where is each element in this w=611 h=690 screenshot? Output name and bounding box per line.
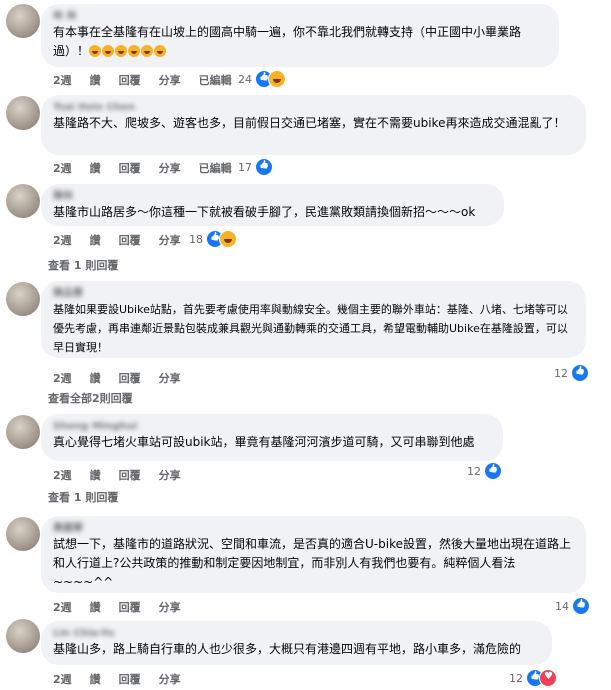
comment-text: 基隆山多，路上騎自行車的人也少很多，大概只有港邊四週有平地，路小車多，滿危險的	[53, 642, 522, 656]
avatar[interactable]	[6, 4, 40, 38]
reply-button[interactable]: 回覆	[119, 74, 141, 87]
share-button[interactable]: 分享	[159, 234, 181, 247]
comment-bubble: 陳品蓉 基隆如果要設Ubike站點，首先要考慮使用率與動線安全。幾個主要的聯外車…	[41, 281, 586, 358]
like-icon	[255, 158, 273, 176]
avatar[interactable]	[6, 96, 40, 130]
like-button[interactable]: 讚	[90, 162, 101, 175]
author-name[interactable]: Lin Chia-Yu	[53, 628, 540, 640]
edited-label[interactable]: 已編輯	[199, 74, 232, 87]
view-replies-link[interactable]: 查看 1 則回覆	[48, 489, 118, 505]
reaction-count: 12	[554, 366, 568, 380]
author-name[interactable]: 陳林	[53, 191, 492, 203]
reply-button[interactable]: 回覆	[119, 673, 141, 686]
like-button[interactable]: 讚	[90, 673, 101, 686]
reply-button[interactable]: 回覆	[119, 601, 141, 614]
timestamp[interactable]: 2週	[53, 372, 72, 385]
share-button[interactable]: 分享	[159, 372, 181, 385]
avatar[interactable]	[6, 184, 40, 218]
comment-text: 真心覺得七堵火車站可設ubik站，畢竟有基隆河河濱步道可騎，又可串聯到他處	[53, 435, 475, 449]
comment-actions: 2週 讚 回覆 分享	[53, 232, 199, 248]
avatar[interactable]	[6, 415, 40, 449]
reply-button[interactable]: 回覆	[119, 162, 141, 175]
comment-actions: 2週 讚 回覆 分享 已編輯	[53, 72, 250, 88]
like-button[interactable]: 讚	[90, 601, 101, 614]
timestamp[interactable]: 2週	[53, 601, 72, 614]
comment-actions: 2週 讚 回覆 分享	[53, 370, 199, 386]
reaction-count: 14	[555, 599, 569, 613]
timestamp[interactable]: 2週	[53, 469, 72, 482]
comment-actions: 2週 讚 回覆 分享 已編輯	[53, 160, 250, 176]
like-icon	[572, 597, 590, 615]
timestamp[interactable]: 2週	[53, 162, 72, 175]
comment-bubble: 黃國華 試想一下，基隆市的道路狀況、空間和車流，是否真的適合U-bike設置，然…	[41, 516, 586, 593]
reaction-summary[interactable]: 24	[238, 70, 286, 88]
like-button[interactable]: 讚	[90, 372, 101, 385]
view-replies-link[interactable]: 查看 1 則回覆	[48, 257, 118, 273]
author-name[interactable]: 陳品蓉	[53, 288, 574, 300]
haha-icon	[268, 70, 286, 88]
share-button[interactable]: 分享	[159, 162, 181, 175]
comment-text: 基隆路不大、爬坡多、遊客也多，目前假日交通已堵塞，實在不需要ubike再來造成交…	[53, 116, 566, 130]
comment-actions: 2週 讚 回覆 分享	[53, 671, 199, 687]
comment-bubble: 林 林 有本事在全基隆有在山坡上的國高中騎一遍，你不靠北我們就轉支持（中正國中小…	[41, 4, 559, 67]
reaction-count: 12	[467, 464, 481, 478]
reply-button[interactable]: 回覆	[119, 234, 141, 247]
comment-actions: 2週 讚 回覆 分享	[53, 599, 199, 615]
like-button[interactable]: 讚	[90, 469, 101, 482]
comment-bubble: 陳林 基隆市山路居多～你這種一下就被看破手腳了，民進黨敗類請換個新招～～～ok	[41, 184, 504, 226]
like-icon	[571, 364, 589, 382]
author-name[interactable]: Tsai Hsin Chen	[53, 102, 574, 114]
author-name[interactable]: 林 林	[53, 11, 547, 23]
share-button[interactable]: 分享	[159, 601, 181, 614]
comment-bubble: Lin Chia-Yu 基隆山多，路上騎自行車的人也少很多，大概只有港邊四週有平…	[41, 621, 552, 665]
like-button[interactable]: 讚	[90, 74, 101, 87]
reaction-summary[interactable]: 12	[554, 364, 589, 382]
like-button[interactable]: 讚	[90, 234, 101, 247]
reaction-summary[interactable]: 12	[467, 462, 502, 480]
timestamp[interactable]: 2週	[53, 74, 72, 87]
reply-button[interactable]: 回覆	[119, 372, 141, 385]
comment-bubble: Sheng Minghui 真心覺得七堵火車站可設ubik站，畢竟有基隆河河濱步…	[41, 414, 503, 461]
haha-emoji-icon	[89, 44, 167, 58]
author-name[interactable]: 黃國華	[53, 523, 574, 535]
reaction-summary[interactable]: 17	[238, 158, 273, 176]
comment-text: 基隆市山路居多～你這種一下就被看破手腳了，民進黨敗類請換個新招～～～ok	[53, 205, 476, 219]
avatar[interactable]	[6, 282, 40, 316]
love-icon	[539, 669, 557, 687]
reaction-count: 17	[238, 160, 252, 174]
reaction-count: 18	[189, 232, 203, 246]
haha-icon	[219, 230, 237, 248]
reaction-count: 12	[509, 671, 523, 685]
like-icon	[484, 462, 502, 480]
reaction-summary[interactable]: 18	[189, 230, 237, 248]
comment-bubble: Tsai Hsin Chen 基隆路不大、爬坡多、遊客也多，目前假日交通已堵塞，…	[41, 95, 586, 155]
avatar[interactable]	[6, 517, 40, 551]
share-button[interactable]: 分享	[159, 469, 181, 482]
reaction-summary[interactable]: 14	[555, 597, 590, 615]
edited-label[interactable]: 已編輯	[199, 162, 232, 175]
comment-actions: 2週 讚 回覆 分享	[53, 467, 199, 483]
share-button[interactable]: 分享	[159, 673, 181, 686]
share-button[interactable]: 分享	[159, 74, 181, 87]
reply-button[interactable]: 回覆	[119, 469, 141, 482]
author-name[interactable]: Sheng Minghui	[53, 421, 491, 433]
comment-text: 基隆如果要設Ubike站點，首先要考慮使用率與動線安全。幾個主要的聯外車站：基隆…	[53, 303, 568, 354]
avatar[interactable]	[6, 619, 40, 653]
reaction-count: 24	[238, 72, 252, 86]
reaction-summary[interactable]: 12	[509, 669, 557, 687]
timestamp[interactable]: 2週	[53, 673, 72, 686]
timestamp[interactable]: 2週	[53, 234, 72, 247]
view-replies-link[interactable]: 查看全部2則回覆	[48, 390, 133, 406]
comment-text: 試想一下，基隆市的道路狀況、空間和車流，是否真的適合U-bike設置，然後大量地…	[53, 537, 571, 589]
